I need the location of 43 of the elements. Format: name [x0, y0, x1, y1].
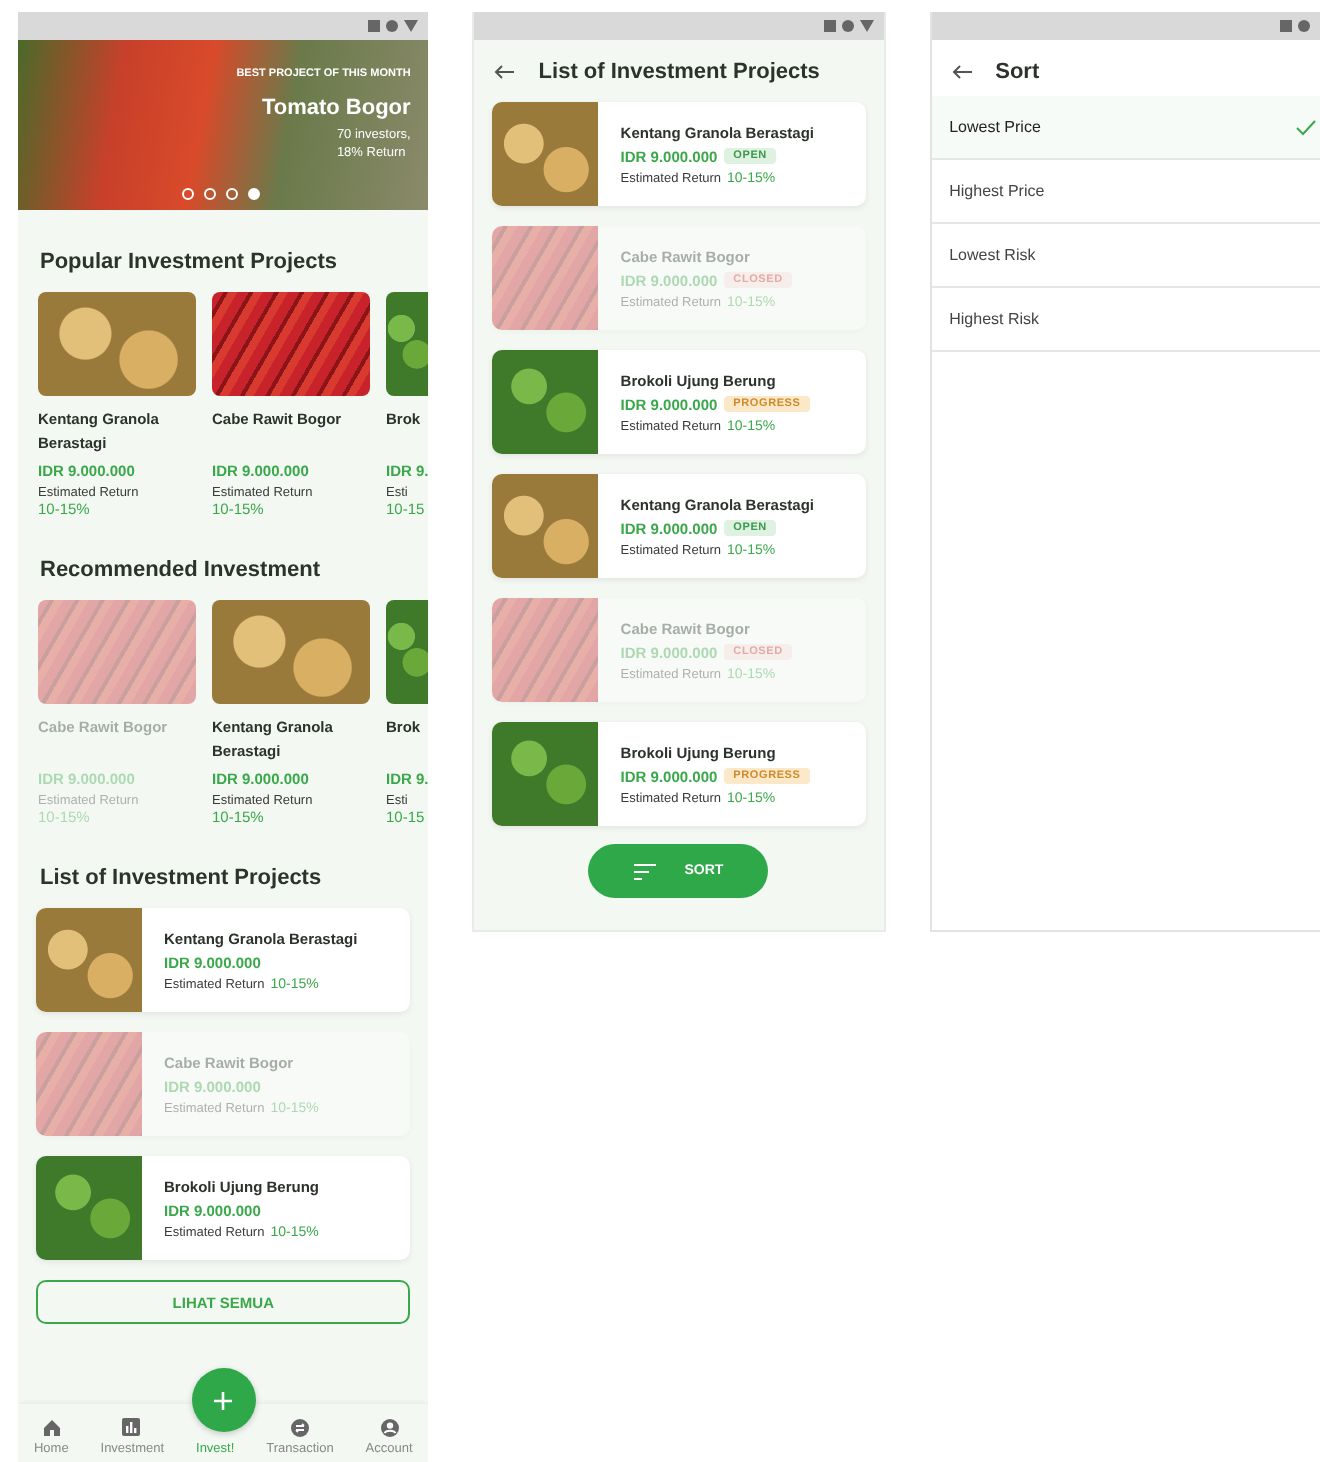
bar-chart-icon — [122, 1418, 143, 1438]
screen-title: Sort — [995, 60, 1040, 84]
carousel-dot[interactable] — [204, 188, 216, 200]
carousel-dot[interactable] — [226, 188, 238, 200]
section-title: Recommended Investment — [40, 558, 322, 582]
circle-icon — [841, 20, 854, 32]
check-icon — [1296, 119, 1316, 135]
photo-placeholder — [386, 292, 429, 396]
photo-placeholder — [492, 598, 599, 702]
person-icon — [379, 1418, 400, 1438]
photo-placeholder — [36, 1156, 142, 1260]
square-icon — [368, 20, 381, 32]
triangle-icon — [404, 20, 419, 32]
home-icon — [41, 1418, 62, 1438]
add-button[interactable] — [191, 1368, 256, 1432]
photo-placeholder — [36, 908, 142, 1012]
carousel-dot[interactable] — [182, 188, 194, 200]
photo-placeholder — [492, 102, 599, 206]
plus-icon — [214, 1391, 233, 1409]
sort-option[interactable]: Highest Risk — [931, 288, 1320, 352]
sort-option[interactable]: Highest Price — [931, 160, 1320, 224]
circle-icon — [1298, 20, 1310, 32]
screen-title: List of Investment Projects — [538, 60, 820, 84]
photo-placeholder — [492, 350, 599, 454]
photo-placeholder — [492, 722, 599, 826]
sort-option[interactable]: Lowest Risk — [931, 224, 1320, 288]
square-icon — [823, 20, 836, 32]
circle-icon — [386, 20, 399, 32]
section-title: Popular Investment Projects — [40, 250, 340, 274]
photo-placeholder — [492, 226, 599, 330]
back-arrow-icon[interactable] — [494, 64, 515, 80]
back-arrow-icon[interactable] — [951, 64, 972, 80]
photo-placeholder — [36, 1032, 142, 1136]
square-icon — [1280, 20, 1292, 32]
photo-placeholder — [386, 600, 429, 704]
sort-icon — [634, 863, 657, 879]
section-title: List of Investment Projects — [40, 866, 324, 890]
carousel-dot[interactable] — [248, 188, 260, 200]
sort-option[interactable]: Lowest Price — [931, 96, 1320, 160]
photo-placeholder — [492, 474, 599, 578]
triangle-icon — [859, 20, 874, 32]
swap-arrows-icon — [289, 1418, 310, 1438]
hero-title: Tomato Bogor — [261, 96, 411, 120]
